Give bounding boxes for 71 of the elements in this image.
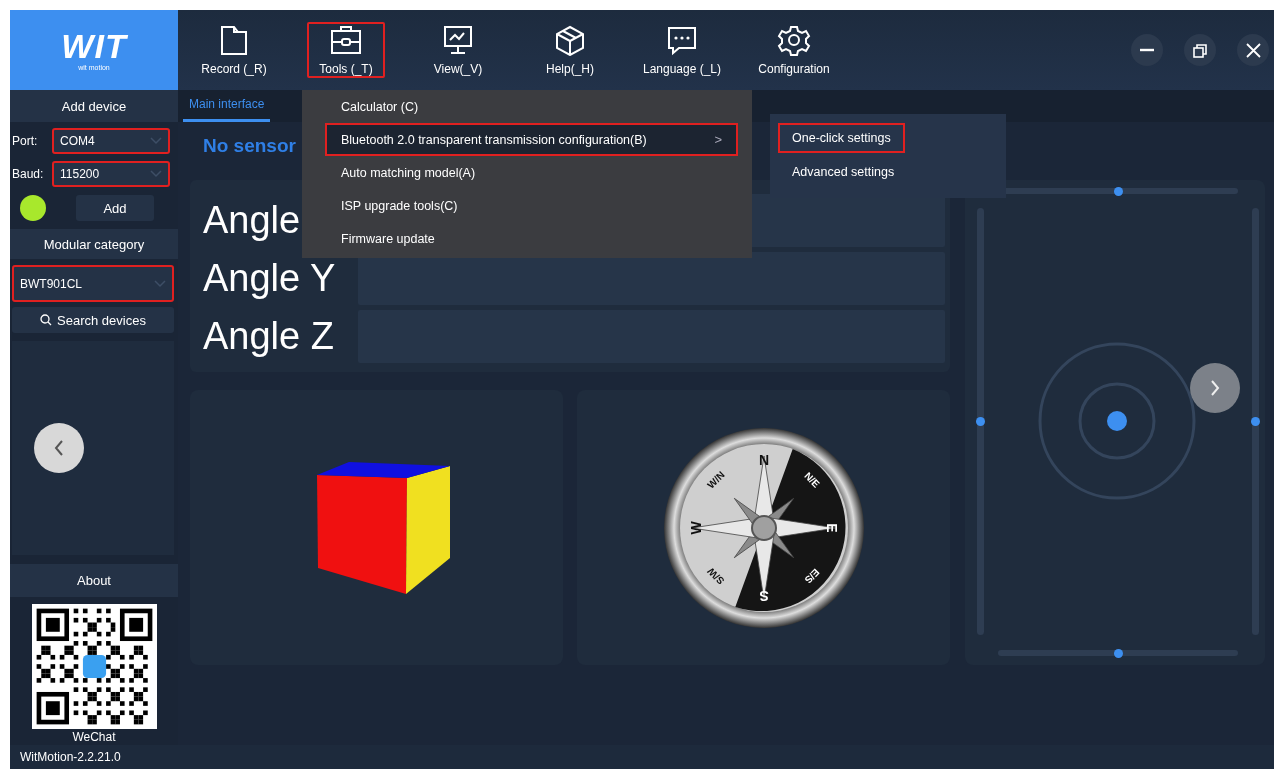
compass-label: W/N xyxy=(704,468,727,491)
compass-label: N/E xyxy=(801,469,822,490)
caret-down-icon xyxy=(154,279,166,288)
toolbar-button[interactable]: Language (_L) xyxy=(626,22,738,78)
field-label: Baud: xyxy=(12,167,45,181)
restore-button[interactable] xyxy=(1184,34,1216,66)
slider-track[interactable] xyxy=(977,208,984,635)
caret-down-icon xyxy=(150,137,162,145)
status-dot xyxy=(20,195,46,221)
menu-item-label: Auto matching model(A) xyxy=(341,165,476,180)
search-icon xyxy=(40,314,53,326)
toolbar-button[interactable]: Configuration xyxy=(738,22,850,78)
menu-item[interactable]: Firmware update xyxy=(325,222,738,255)
logo-text: WIT xyxy=(61,28,127,63)
chevron-left-icon xyxy=(54,440,64,456)
section-header: About xyxy=(10,564,178,597)
minimize-button[interactable] xyxy=(1131,34,1163,66)
menu-item[interactable]: Advanced settings xyxy=(778,157,909,187)
menu-item-label: Bluetooth 2.0 transparent transmission configuration(B) xyxy=(341,132,647,147)
compass-label: W xyxy=(687,520,704,535)
previous-button[interactable] xyxy=(34,423,84,473)
menu-item[interactable]: Calculator (C) xyxy=(325,90,738,123)
slider-track[interactable] xyxy=(1252,208,1259,635)
submenu-arrow: > xyxy=(714,132,722,147)
restore-icon xyxy=(1192,42,1208,58)
toolbox-icon xyxy=(329,24,363,56)
cube-icon xyxy=(553,24,587,56)
slider-thumb[interactable] xyxy=(1113,648,1123,658)
toolbar-button[interactable]: View(_V) xyxy=(402,22,514,78)
close-icon xyxy=(1245,42,1261,58)
slider-thumb[interactable] xyxy=(976,417,985,426)
qr-caption: WeChat xyxy=(71,729,117,745)
speech-bubble-icon xyxy=(665,24,699,56)
tab[interactable]: Main interface xyxy=(183,97,271,122)
toolbar-button[interactable]: Tools (_T) xyxy=(307,22,385,78)
compass-label: S/W xyxy=(704,565,726,587)
baud-select[interactable]: 115200 xyxy=(52,161,170,187)
angle-label: Angle Z xyxy=(203,315,334,358)
port-select[interactable]: COM4 xyxy=(52,128,170,154)
search-button[interactable]: Search devices xyxy=(12,307,174,333)
close-button[interactable] xyxy=(1237,34,1269,66)
menu-item[interactable]: Auto matching model(A) xyxy=(325,156,738,189)
slider-track[interactable] xyxy=(998,650,1238,656)
compass-label: E xyxy=(823,522,840,533)
toolbar-button[interactable]: Help(_H) xyxy=(514,22,626,78)
menu-item-label: ISP upgrade tools(C) xyxy=(341,198,458,213)
monitor-chart-icon xyxy=(441,24,475,56)
next-button[interactable] xyxy=(1190,363,1240,413)
angle-label: Angle Y xyxy=(203,257,336,300)
chevron-right-icon xyxy=(1210,380,1220,396)
toolbar-button[interactable]: Record (_R) xyxy=(178,22,290,78)
angle-label: Angle xyxy=(203,199,301,242)
menu-item-label: Calculator (C) xyxy=(341,99,419,114)
version-label: WitMotion-2.2.21.0 xyxy=(20,750,121,764)
menu-item[interactable]: Bluetooth 2.0 transparent transmission configuration(B) > xyxy=(325,123,738,156)
compass-label: E/S xyxy=(802,566,822,586)
field-label: Port: xyxy=(12,134,39,148)
compass-label: S xyxy=(758,587,769,604)
compass-label: N xyxy=(758,451,769,468)
slider-thumb[interactable] xyxy=(1251,417,1260,426)
menu-item-label: Firmware update xyxy=(341,231,435,246)
gear-icon xyxy=(777,24,811,56)
section-header: Modular category xyxy=(10,229,178,259)
section-header: Add device xyxy=(10,90,178,122)
menu-item[interactable]: ISP upgrade tools(C) xyxy=(325,189,738,222)
menu-item[interactable]: One-click settings xyxy=(778,123,905,153)
add-button[interactable]: Add xyxy=(76,195,154,221)
model-select[interactable]: BWT901CL xyxy=(12,265,174,302)
status-heading: No sensor xyxy=(202,134,296,158)
slider-thumb[interactable] xyxy=(1113,186,1123,196)
caret-down-icon xyxy=(150,170,162,178)
